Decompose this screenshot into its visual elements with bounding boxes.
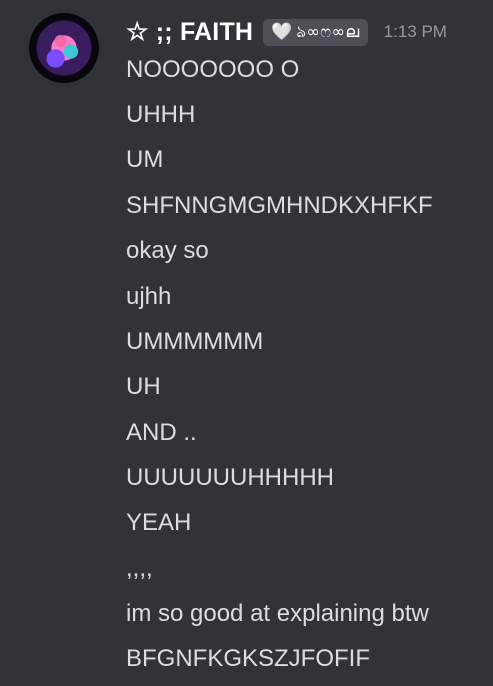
message-line: UM — [126, 146, 164, 173]
message-group: ☆ ;; FAITH 🤍 ঌ∞ෆ∞ല 1:13 PM NOOOOOOO O UH… — [0, 0, 493, 686]
message-line: UH — [126, 373, 161, 400]
message-line: AND .. — [126, 419, 197, 446]
message-line: UUUUUUUHHHHH — [126, 464, 334, 491]
message-line: okay so — [126, 237, 209, 264]
message-line: BFGNFKGKSZJFOFIF — [126, 645, 370, 672]
message-line: im so good at explaining btw — [126, 600, 429, 627]
message-line: ujhh — [126, 283, 172, 310]
avatar[interactable] — [29, 13, 99, 83]
message-line: UHHH — [126, 101, 196, 128]
user-tag-text: ঌ∞ෆ∞ല — [296, 22, 360, 41]
timestamp[interactable]: 1:13 PM — [384, 22, 447, 42]
username[interactable]: ☆ ;; FAITH — [126, 17, 253, 47]
heart-icon: 🤍 — [271, 21, 293, 42]
message-line: SHFNNGMGMHNDKXHFKF — [126, 192, 433, 219]
message-header: ☆ ;; FAITH 🤍 ঌ∞ෆ∞ല 1:13 PM — [126, 15, 447, 49]
message-line: YEAH — [126, 509, 192, 536]
user-tag-badge[interactable]: 🤍 ঌ∞ෆ∞ല — [263, 18, 368, 46]
message-line: NOOOOOOO O — [126, 56, 300, 83]
message-line: ,,,, — [126, 555, 153, 582]
message-line: UMMMMMM — [126, 328, 264, 355]
